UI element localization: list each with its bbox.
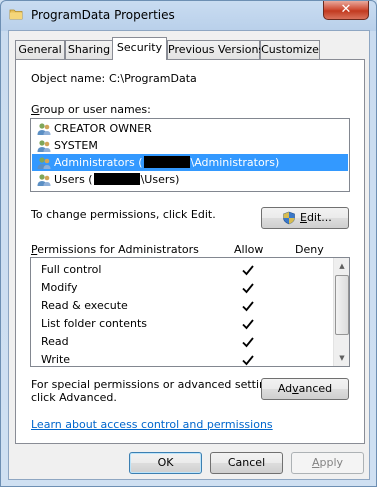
cancel-button[interactable]: Cancel xyxy=(210,452,283,474)
access-control-help-link[interactable]: Learn about access control and permissio… xyxy=(31,418,273,431)
dialog-client: General Sharing Security Previous Versio… xyxy=(8,30,370,480)
object-name-label: Object name: xyxy=(31,72,106,85)
permission-name: Read xyxy=(41,335,69,348)
tab-previous-versions[interactable]: Previous Versions xyxy=(167,40,264,59)
permission-row-read-execute: Read & execute xyxy=(41,297,128,315)
permission-name: Read & execute xyxy=(41,299,128,312)
permissions-list: Full control Modify Read & execute List … xyxy=(30,257,350,367)
tab-label: Previous Versions xyxy=(168,43,265,56)
advanced-button-label: Advanced xyxy=(277,382,333,395)
allow-check-icon xyxy=(242,337,254,348)
permission-row-write: Write xyxy=(41,351,70,369)
user-item-system[interactable]: SYSTEM xyxy=(32,137,348,154)
title-bar[interactable]: ProgramData Properties ✕ xyxy=(1,1,376,29)
edit-button-label: Edit... xyxy=(300,211,332,224)
scroll-up-arrow-icon[interactable]: ▲ xyxy=(334,258,350,274)
users-listbox[interactable]: CREATOR OWNER SYSTEM Administrators (\Ad… xyxy=(30,118,350,192)
user-item-users[interactable]: Users (\Users) xyxy=(32,171,348,188)
ok-button-label: OK xyxy=(157,456,174,469)
permission-row-full-control: Full control xyxy=(41,261,101,279)
users-icon xyxy=(37,123,51,135)
apply-button[interactable]: Apply xyxy=(291,452,364,474)
user-name: Users (\Users) xyxy=(54,173,180,186)
allow-check-icon xyxy=(242,319,254,330)
close-button[interactable]: ✕ xyxy=(323,1,369,20)
special-permissions-text-line2: click Advanced. xyxy=(31,391,117,404)
tab-label: Customize xyxy=(261,43,319,56)
permission-row-modify: Modify xyxy=(41,279,77,297)
special-permissions-text-line1: For special permissions or advanced sett… xyxy=(31,378,283,391)
close-icon: ✕ xyxy=(340,2,352,17)
folder-icon xyxy=(9,9,23,20)
shield-icon xyxy=(283,211,295,225)
edit-button[interactable]: Edit... xyxy=(261,207,349,229)
permissions-scrollbar[interactable]: ▲ ▼ xyxy=(333,258,349,366)
users-icon xyxy=(37,157,51,169)
tab-sharing[interactable]: Sharing xyxy=(65,40,113,59)
change-permissions-text: To change permissions, click Edit. xyxy=(31,208,216,221)
allow-check-icon xyxy=(242,265,254,276)
permission-name: List folder contents xyxy=(41,317,147,330)
allow-check-icon xyxy=(242,301,254,312)
permissions-label: Permissions for Administrators xyxy=(31,243,199,256)
allow-check-icon xyxy=(242,283,254,294)
permission-name: Write xyxy=(41,353,71,366)
permission-name: Modify xyxy=(41,281,78,294)
tab-label: Security xyxy=(116,41,163,54)
scroll-down-arrow-icon[interactable]: ▼ xyxy=(334,350,350,366)
tab-general[interactable]: General xyxy=(15,40,65,59)
tab-security[interactable]: Security xyxy=(112,37,167,60)
advanced-button[interactable]: Advanced xyxy=(261,378,349,400)
user-name: CREATOR OWNER xyxy=(54,122,152,135)
properties-window: ProgramData Properties ✕ General Sharing… xyxy=(0,0,377,487)
deny-column-header: Deny xyxy=(295,243,324,256)
redaction-bar xyxy=(143,156,190,168)
permission-name: Full control xyxy=(41,263,102,276)
users-icon xyxy=(37,174,51,186)
allow-column-header: Allow xyxy=(234,243,264,256)
allow-check-icon xyxy=(242,355,254,366)
user-item-administrators[interactable]: Administrators (\Administrators) xyxy=(32,154,348,171)
ok-button[interactable]: OK xyxy=(129,452,202,474)
apply-button-label: Apply xyxy=(311,456,344,469)
group-names-label: Group or user names: xyxy=(31,103,151,116)
tab-customize[interactable]: Customize xyxy=(260,40,320,59)
object-name-value: C:\ProgramData xyxy=(109,72,197,85)
scrollbar-thumb[interactable] xyxy=(335,275,349,335)
window-title: ProgramData Properties xyxy=(31,8,175,22)
cancel-button-label: Cancel xyxy=(227,456,266,469)
permission-row-read: Read xyxy=(41,333,69,351)
tab-label: Sharing xyxy=(67,43,111,56)
tab-label: General xyxy=(18,43,62,56)
user-name: SYSTEM xyxy=(54,139,98,152)
security-panel: Object name: C:\ProgramData Group or use… xyxy=(15,59,365,444)
user-item-creator-owner[interactable]: CREATOR OWNER xyxy=(32,120,348,137)
redaction-bar xyxy=(93,173,140,185)
permission-row-list-folder-contents: List folder contents xyxy=(41,315,147,333)
user-name: Administrators (\Administrators) xyxy=(54,156,280,169)
users-icon xyxy=(37,140,51,152)
